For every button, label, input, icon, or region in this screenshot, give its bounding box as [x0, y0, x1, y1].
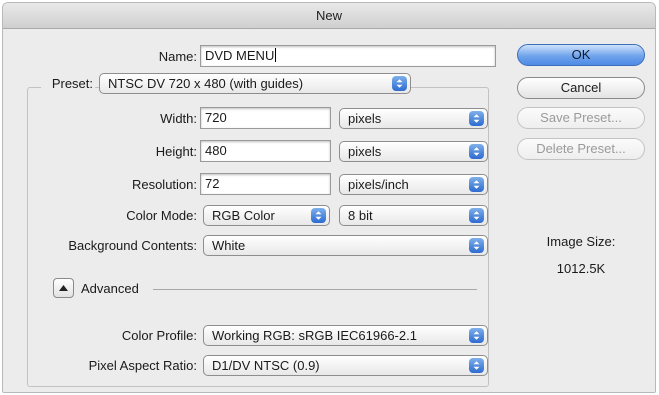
color-profile-label: Color Profile: [121, 328, 197, 343]
background-contents-value: White [212, 238, 246, 253]
pixel-aspect-ratio-select[interactable]: D1/DV NTSC (0.9) [203, 355, 488, 376]
color-profile-select[interactable]: Working RGB: sRGB IEC61966-2.1 [203, 325, 488, 346]
dialog-title: New [3, 3, 655, 29]
popup-arrows-icon [469, 328, 484, 343]
width-unit-value: pixels [348, 111, 382, 126]
color-mode-label: Color Mode: [126, 208, 197, 223]
popup-arrows-icon [469, 144, 484, 159]
preset-value: NTSC DV 720 x 480 (with guides) [108, 76, 304, 91]
width-input[interactable]: 720 [200, 107, 331, 129]
advanced-divider [153, 289, 477, 290]
pixel-aspect-ratio-label: Pixel Aspect Ratio: [88, 358, 197, 373]
popup-arrows-icon [469, 358, 484, 373]
name-value: DVD MENU [205, 48, 275, 63]
text-cursor [275, 48, 277, 62]
image-size-value: 1012.5K [556, 261, 606, 276]
bit-depth-select[interactable]: 8 bit [339, 205, 488, 226]
popup-arrows-icon [469, 208, 484, 223]
popup-arrows-icon [469, 238, 484, 253]
preset-label: Preset: [41, 76, 95, 91]
name-input[interactable]: DVD MENU [200, 45, 496, 67]
resolution-label: Resolution: [131, 177, 197, 192]
popup-arrows-icon [392, 76, 407, 91]
color-profile-value: Working RGB: sRGB IEC61966-2.1 [212, 328, 417, 343]
advanced-label: Advanced [81, 281, 139, 296]
advanced-disclosure-button[interactable] [53, 278, 74, 298]
color-mode-select[interactable]: RGB Color [203, 205, 330, 226]
delete-preset-button[interactable]: Delete Preset... [517, 138, 645, 160]
height-input[interactable]: 480 [200, 140, 331, 162]
height-unit-select[interactable]: pixels [339, 141, 488, 162]
cancel-button[interactable]: Cancel [517, 77, 645, 99]
width-label: Width: [160, 111, 197, 126]
popup-arrows-icon [311, 208, 326, 223]
new-document-dialog: New Name: DVD MENU Preset: NTSC DV 720 x… [2, 2, 656, 393]
resolution-input[interactable]: 72 [200, 173, 331, 195]
background-contents-select[interactable]: White [203, 235, 488, 256]
triangle-up-icon [59, 285, 68, 291]
color-mode-value: RGB Color [212, 208, 275, 223]
preset-select[interactable]: NTSC DV 720 x 480 (with guides) [99, 73, 411, 94]
save-preset-button[interactable]: Save Preset... [517, 107, 645, 129]
popup-arrows-icon [469, 177, 484, 192]
popup-arrows-icon [469, 111, 484, 126]
image-size-label: Image Size: [546, 234, 616, 249]
background-contents-label: Background Contents: [68, 238, 197, 253]
height-unit-value: pixels [348, 144, 382, 159]
ok-button[interactable]: OK [517, 44, 645, 66]
height-label: Height: [155, 144, 197, 159]
resolution-unit-value: pixels/inch [348, 177, 409, 192]
name-label: Name: [158, 49, 197, 64]
resolution-unit-select[interactable]: pixels/inch [339, 174, 488, 195]
width-unit-select[interactable]: pixels [339, 108, 488, 129]
bit-depth-value: 8 bit [348, 208, 373, 223]
pixel-aspect-ratio-value: D1/DV NTSC (0.9) [212, 358, 320, 373]
